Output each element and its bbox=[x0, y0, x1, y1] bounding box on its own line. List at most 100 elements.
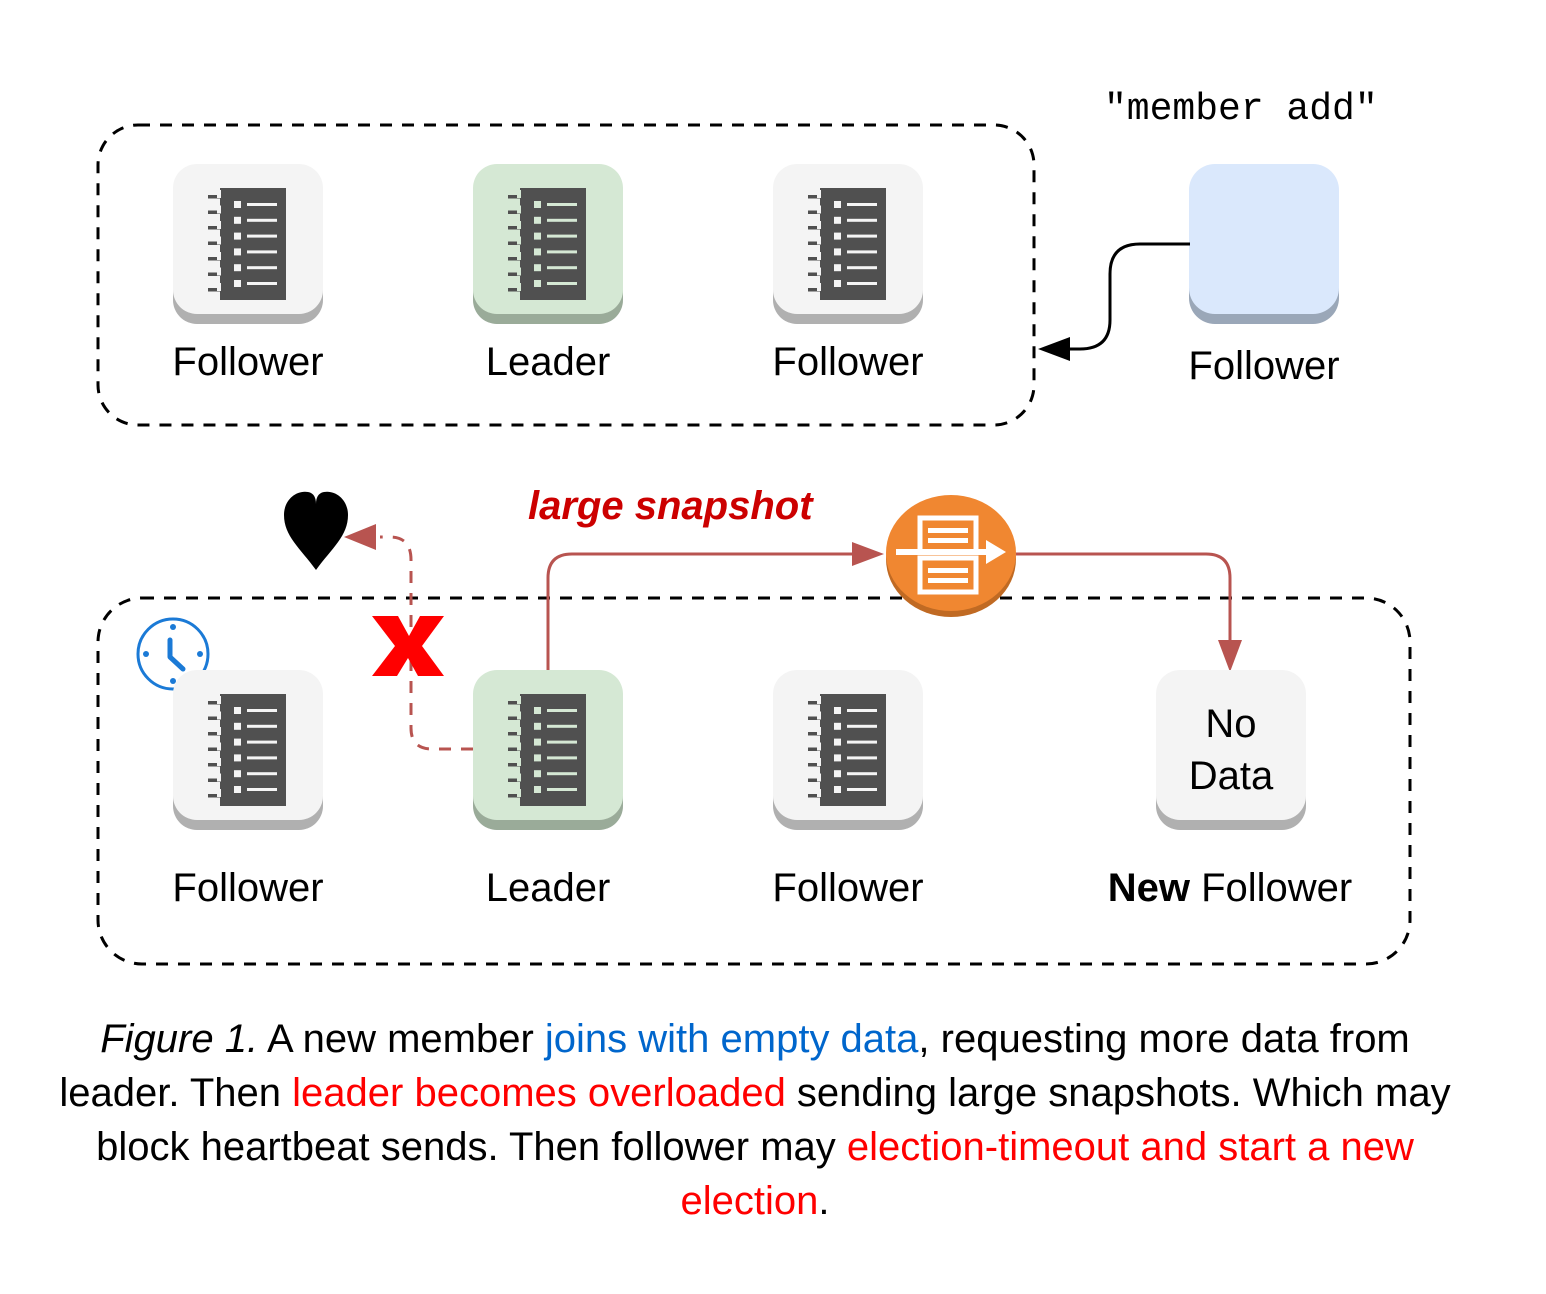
x-mark-icon bbox=[372, 616, 444, 676]
list-line bbox=[247, 266, 277, 270]
list-line bbox=[847, 756, 877, 760]
list-bullet bbox=[234, 280, 241, 287]
list-line bbox=[547, 234, 577, 238]
list-line bbox=[247, 218, 277, 222]
heart-icon bbox=[284, 491, 348, 570]
spiral-notch bbox=[817, 727, 821, 735]
list-bullet bbox=[834, 707, 841, 714]
no-data-text: No Data bbox=[1156, 698, 1306, 802]
spiral-notch bbox=[217, 711, 221, 720]
spiral-notch bbox=[517, 727, 521, 735]
figure-number: Figure 1. bbox=[100, 1017, 259, 1061]
list-bullet bbox=[234, 738, 241, 746]
spiral-notch bbox=[517, 789, 521, 797]
list-line bbox=[547, 756, 577, 760]
list-bullet bbox=[534, 280, 541, 287]
list-bullet bbox=[834, 738, 841, 746]
spiral-notch bbox=[517, 696, 521, 704]
figure: "member add" Follower Leader Follower Fo… bbox=[0, 0, 1546, 1294]
spiral-notch bbox=[217, 758, 221, 766]
spiral-notch bbox=[817, 221, 821, 229]
list-line bbox=[247, 788, 277, 791]
list-bullet bbox=[234, 770, 241, 778]
list-line bbox=[847, 266, 877, 270]
spiral-notch bbox=[217, 773, 221, 782]
list-line bbox=[247, 234, 277, 238]
list-line bbox=[547, 266, 577, 270]
top-node-label: Leader bbox=[485, 340, 611, 384]
spiral-notch bbox=[217, 236, 221, 245]
list-bullet bbox=[834, 232, 841, 240]
spiral-notch bbox=[517, 773, 521, 782]
list-line bbox=[547, 203, 577, 206]
spiral-notch bbox=[517, 283, 521, 291]
top-node-follower-1 bbox=[173, 164, 323, 324]
new-follower-label-rest: Follower bbox=[1189, 866, 1353, 910]
list-bullet bbox=[534, 216, 541, 224]
spiral-notch bbox=[217, 205, 221, 214]
list-bullet bbox=[534, 754, 541, 762]
list-bullet bbox=[234, 707, 241, 714]
spiral-notch bbox=[817, 773, 821, 782]
list-line bbox=[547, 740, 577, 744]
member-add-command: "member add" bbox=[1104, 88, 1378, 131]
list-bullet bbox=[834, 248, 841, 256]
list-line bbox=[847, 218, 877, 222]
top-node-leader bbox=[473, 164, 623, 324]
list-line bbox=[847, 740, 877, 744]
list-line bbox=[247, 740, 277, 744]
caption-text: . bbox=[818, 1179, 830, 1223]
list-line bbox=[247, 250, 277, 254]
caption-highlight-join: joins with empty data bbox=[544, 1017, 919, 1061]
list-bullet bbox=[534, 786, 541, 793]
list-bullet bbox=[234, 264, 241, 272]
spiral-notch bbox=[517, 758, 521, 766]
spiral-notch bbox=[517, 205, 521, 214]
spiral-notch bbox=[517, 252, 521, 260]
snapshot-path-1 bbox=[546, 552, 852, 670]
spiral-notch bbox=[817, 711, 821, 720]
list-bullet bbox=[534, 248, 541, 256]
caption-highlight-overload: leader becomes overloaded bbox=[292, 1071, 786, 1115]
bottom-node-leader bbox=[473, 670, 623, 830]
list-line bbox=[547, 772, 577, 776]
list-bullet bbox=[534, 738, 541, 746]
heartbeat-arrowhead bbox=[344, 524, 376, 550]
figure-caption: Figure 1. A new member joins with empty … bbox=[40, 1012, 1470, 1228]
list-line bbox=[847, 282, 877, 285]
spiral-notch bbox=[817, 742, 821, 751]
spiral-notch bbox=[817, 190, 821, 198]
joining-node bbox=[1189, 164, 1339, 324]
member-add-arrowhead bbox=[1038, 337, 1070, 361]
list-line bbox=[847, 203, 877, 206]
large-snapshot-label: large snapshot bbox=[528, 484, 813, 528]
spiral-notch bbox=[517, 236, 521, 245]
list-line bbox=[847, 234, 877, 238]
bottom-node-label: Leader bbox=[485, 866, 611, 910]
list-bullet bbox=[534, 707, 541, 714]
no-data-line-2: Data bbox=[1188, 754, 1274, 798]
spiral-notch bbox=[217, 283, 221, 291]
list-bullet bbox=[234, 248, 241, 256]
list-line bbox=[547, 724, 577, 728]
spiral-notch bbox=[217, 696, 221, 704]
list-line bbox=[847, 772, 877, 776]
bottom-node-follower-2 bbox=[773, 670, 923, 830]
list-line bbox=[247, 282, 277, 285]
spiral-notch bbox=[517, 711, 521, 720]
bottom-node-label: Follower bbox=[772, 866, 924, 910]
list-bullet bbox=[234, 786, 241, 793]
list-line bbox=[247, 724, 277, 728]
snapshot-arrowhead-1 bbox=[852, 542, 884, 566]
list-bullet bbox=[534, 770, 541, 778]
top-node-label: Follower bbox=[172, 340, 324, 384]
list-line bbox=[247, 709, 277, 712]
spiral-notch bbox=[817, 758, 821, 766]
spiral-notch bbox=[817, 252, 821, 260]
top-node-label: Follower bbox=[772, 340, 924, 384]
list-line bbox=[547, 218, 577, 222]
top-node-follower-2 bbox=[773, 164, 923, 324]
list-bullet bbox=[834, 216, 841, 224]
list-bullet bbox=[534, 264, 541, 272]
snapshot-transfer-icon bbox=[886, 495, 1016, 617]
